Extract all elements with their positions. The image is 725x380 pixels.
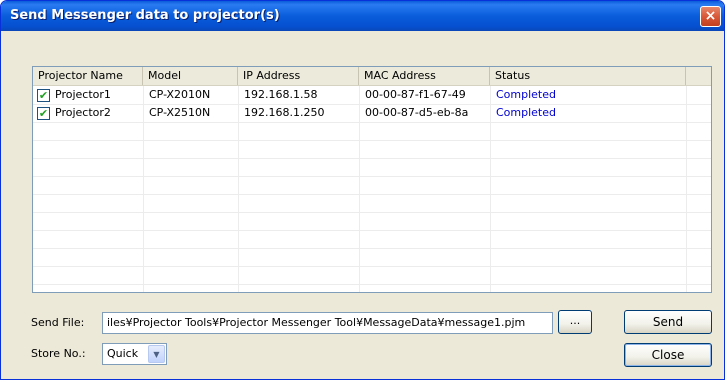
grid-line	[33, 122, 711, 123]
column-header-model[interactable]: Model	[143, 67, 238, 85]
grid-line	[33, 230, 711, 231]
send-file-label: Send File:	[31, 316, 85, 329]
projector-list[interactable]: Projector Name Model IP Address MAC Addr…	[32, 66, 712, 293]
mac-address-cell: 00-00-87-f1-67-49	[365, 88, 466, 101]
send-file-input[interactable]: iles¥Projector Tools¥Projector Messenger…	[102, 312, 553, 334]
grid-line	[33, 140, 711, 141]
store-no-value: Quick	[107, 347, 139, 360]
grid-line	[33, 158, 711, 159]
table-row[interactable]: ✔ Projector1 CP-X2010N 192.168.1.58 00-0…	[33, 86, 711, 104]
grid-line	[33, 194, 711, 195]
model-cell: CP-X2010N	[149, 88, 211, 101]
model-cell: CP-X2510N	[149, 106, 211, 119]
column-header-projector-name[interactable]: Projector Name	[33, 67, 143, 85]
grid-line	[33, 248, 711, 249]
title-bar[interactable]: Send Messenger data to projector(s) ×	[1, 1, 724, 31]
store-no-label: Store No.:	[31, 347, 86, 360]
column-header-ip-address[interactable]: IP Address	[238, 67, 359, 85]
list-header: Projector Name Model IP Address MAC Addr…	[33, 67, 711, 86]
store-no-select[interactable]: Quick ▼	[102, 343, 167, 365]
column-header-filler	[686, 67, 711, 85]
checkmark-icon: ✔	[38, 107, 49, 120]
send-button[interactable]: Send	[624, 310, 712, 334]
grid-line	[33, 212, 711, 213]
grid-line	[33, 266, 711, 267]
table-row[interactable]: ✔ Projector2 CP-X2510N 192.168.1.250 00-…	[33, 104, 711, 122]
column-header-status[interactable]: Status	[490, 67, 686, 85]
close-button[interactable]: Close	[624, 343, 712, 367]
checkmark-icon: ✔	[38, 89, 49, 102]
ip-address-cell: 192.168.1.58	[244, 88, 318, 101]
grid-line	[33, 176, 711, 177]
status-cell: Completed	[496, 88, 556, 101]
browse-button[interactable]: ...	[558, 310, 592, 334]
mac-address-cell: 00-00-87-d5-eb-8a	[365, 106, 469, 119]
close-window-button[interactable]: ×	[700, 6, 721, 27]
grid-line	[33, 284, 711, 285]
send-messenger-dialog: Send Messenger data to projector(s) × Pr…	[0, 0, 725, 380]
projector-name-cell: Projector2	[55, 106, 111, 119]
chevron-down-icon[interactable]: ▼	[148, 345, 165, 363]
status-cell: Completed	[496, 106, 556, 119]
window-title: Send Messenger data to projector(s)	[10, 8, 280, 23]
projector-name-cell: Projector1	[55, 88, 111, 101]
column-header-mac-address[interactable]: MAC Address	[359, 67, 490, 85]
ip-address-cell: 192.168.1.250	[244, 106, 325, 119]
